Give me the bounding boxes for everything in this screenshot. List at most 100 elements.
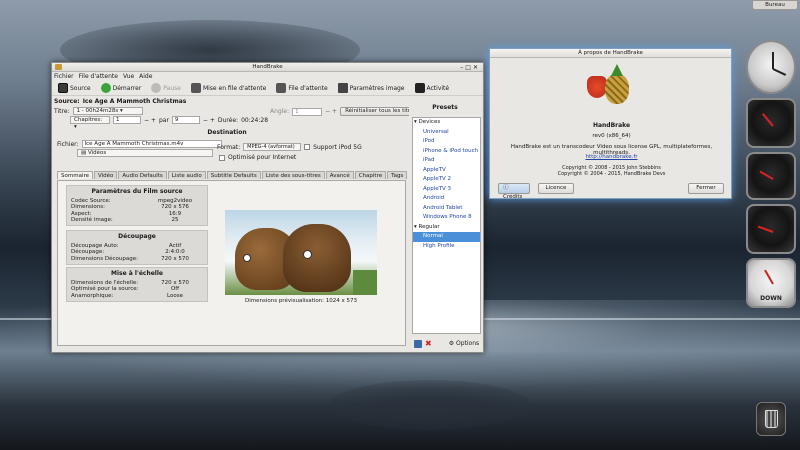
info-label: Densité image: (71, 216, 113, 223)
clock-hand-icon (772, 68, 787, 76)
ram-gauge-widget[interactable] (746, 152, 796, 200)
about-titlebar[interactable]: À propos de HandBrake (490, 49, 731, 58)
activity-button[interactable]: Activité (411, 82, 454, 95)
title-select[interactable]: 1 - 00h24m28s ▾ (72, 107, 143, 115)
gauge-needle-icon (764, 269, 774, 285)
queue-label: File d'attente (288, 84, 328, 92)
angle-value: 1 (295, 108, 299, 115)
format-select-value: MPEG-4 (avformat) (247, 144, 295, 150)
format-select[interactable]: MPEG-4 (avformat) (243, 143, 302, 151)
save-preset-icon[interactable] (414, 339, 422, 348)
swap-gauge-widget[interactable] (746, 204, 796, 254)
add-queue-label: Mise en file d'attente (202, 84, 267, 92)
title-row: Titre: 1 - 00h24m28s ▾ (54, 107, 143, 115)
angle-spinner[interactable]: 1 (292, 107, 323, 116)
presets-list: ▾ Devices Universal iPod iPhone & iPod t… (412, 117, 481, 334)
preset-item[interactable]: Universal (413, 128, 480, 138)
picture-settings-label: Paramètres image (349, 84, 405, 92)
source-button[interactable]: Source (54, 82, 95, 95)
toolbar: Source Démarrer Pause Mise en file d'att… (52, 81, 483, 96)
file-input[interactable]: Ice Age A Mammoth Christmas.m4v (81, 140, 222, 148)
film-icon (58, 83, 68, 93)
info-row: Anamorphique: Loose (71, 293, 203, 299)
tab-audio-defaults[interactable]: Audio Defaults (118, 171, 167, 179)
tab-video[interactable]: Vidéo (94, 171, 118, 179)
preset-group-devices[interactable]: ▾ Devices (413, 118, 480, 128)
clock-widget[interactable] (746, 40, 796, 94)
tab-avance[interactable]: Avancé (325, 171, 354, 179)
close-button[interactable]: Fermer (688, 183, 724, 194)
menu-file-attente[interactable]: File d'attente (79, 73, 118, 80)
credits-button[interactable]: ⓘ Crédits (498, 183, 530, 200)
credits-label: Crédits (503, 194, 523, 200)
chapters-select[interactable]: Chapitres: ▾ (70, 116, 110, 130)
pause-button[interactable]: Pause (147, 82, 185, 95)
queue-button[interactable]: File d'attente (272, 82, 331, 95)
preset-item[interactable]: AppleTV 3 (413, 185, 480, 195)
preset-item[interactable]: AppleTV 2 (413, 175, 480, 185)
license-button[interactable]: Licence (538, 183, 574, 194)
preset-item[interactable]: iPod (413, 137, 480, 147)
foliage (353, 270, 377, 295)
preset-item[interactable]: iPad (413, 156, 480, 166)
chapter-start-value: 1 (116, 117, 120, 123)
preset-item[interactable]: iPhone & iPod touch (413, 147, 480, 157)
tab-sommaire[interactable]: Sommaire (57, 171, 93, 179)
preset-item[interactable]: High Profile (413, 242, 480, 252)
info-row: Dimensions Découpage: 720 x 570 (71, 256, 203, 262)
trash-icon[interactable] (756, 402, 786, 436)
preset-item[interactable]: Windows Phone 8 (413, 213, 480, 223)
network-gauge-widget[interactable]: DOWN (746, 258, 796, 308)
activity-label: Activité (426, 84, 450, 92)
settings-tabs: Sommaire Vidéo Audio Defaults Liste audi… (57, 171, 408, 179)
info-value: Loose (167, 292, 183, 299)
chapter-end-value: 9 (174, 117, 179, 123)
picture-settings-button[interactable]: Paramètres image (334, 82, 409, 95)
window-controls[interactable]: –□✕ (460, 64, 480, 72)
preview-image[interactable] (225, 210, 377, 295)
tab-chapitre[interactable]: Chapitre (354, 171, 387, 179)
preset-item[interactable]: Android Tablet (413, 204, 480, 214)
info-value: 720 x 570 (161, 255, 189, 262)
duration-value: 00:24:28 (241, 116, 269, 124)
web-optimized-checkbox[interactable] (219, 154, 225, 161)
handbrake-icon (55, 64, 62, 70)
tab-liste-sous-titres[interactable]: Liste des sous-titres (261, 171, 325, 179)
eye (243, 254, 251, 262)
window-titlebar[interactable]: HandBrake –□✕ (52, 63, 483, 72)
tab-subtitle-defaults[interactable]: Subtitle Defaults (206, 171, 261, 179)
handbrake-window: HandBrake –□✕ Fichier File d'attente Vue… (51, 62, 484, 353)
preset-group-regular[interactable]: ▾ Regular (413, 223, 480, 233)
title-caption: Titre: (54, 107, 70, 115)
tab-tags[interactable]: Tags (387, 171, 408, 179)
angle-stepper-icon[interactable]: − + (325, 108, 337, 115)
folder-select[interactable]: ▤ Vidéos (77, 149, 213, 157)
start-button[interactable]: Démarrer (97, 82, 146, 95)
chapter-start-spinner[interactable]: 1 (113, 116, 141, 124)
desktop-button[interactable]: Bureau (752, 0, 798, 10)
title-select-value: 1 - 00h24m28s (76, 108, 119, 114)
eye (303, 250, 312, 259)
format-row: Format: MPEG-4 (avformat) Support iPod 5… (217, 143, 362, 151)
chapter-start-stepper-icon[interactable]: − + (144, 117, 156, 124)
pause-icon (151, 83, 162, 93)
menu-vue[interactable]: Vue (123, 73, 134, 80)
tv-icon (337, 83, 348, 93)
tab-liste-audio[interactable]: Liste audio (167, 171, 206, 179)
cpu-gauge-widget[interactable] (746, 98, 796, 148)
options-button[interactable]: ⚙ Options (449, 340, 479, 347)
preset-item-selected[interactable]: Normal (413, 232, 480, 242)
about-dialog: À propos de HandBrake HandBrake rev0 (x8… (489, 48, 733, 200)
chapter-end-stepper-icon[interactable]: − + (203, 117, 215, 124)
menu-aide[interactable]: Aide (139, 73, 152, 80)
folder-select-value: Vidéos (87, 150, 107, 156)
chapter-end-spinner[interactable]: 9 (171, 116, 200, 124)
ipod-checkbox[interactable] (304, 144, 311, 150)
preset-item[interactable]: Android (413, 194, 480, 204)
info-row: Densité image: 25 (71, 217, 203, 223)
delete-preset-icon[interactable]: ✖ (425, 339, 432, 348)
about-link[interactable]: http://handbrake.fr (490, 154, 733, 160)
add-to-queue-button[interactable]: Mise en file d'attente (187, 82, 270, 95)
menu-fichier[interactable]: Fichier (54, 73, 74, 80)
preset-item[interactable]: AppleTV (413, 166, 480, 176)
